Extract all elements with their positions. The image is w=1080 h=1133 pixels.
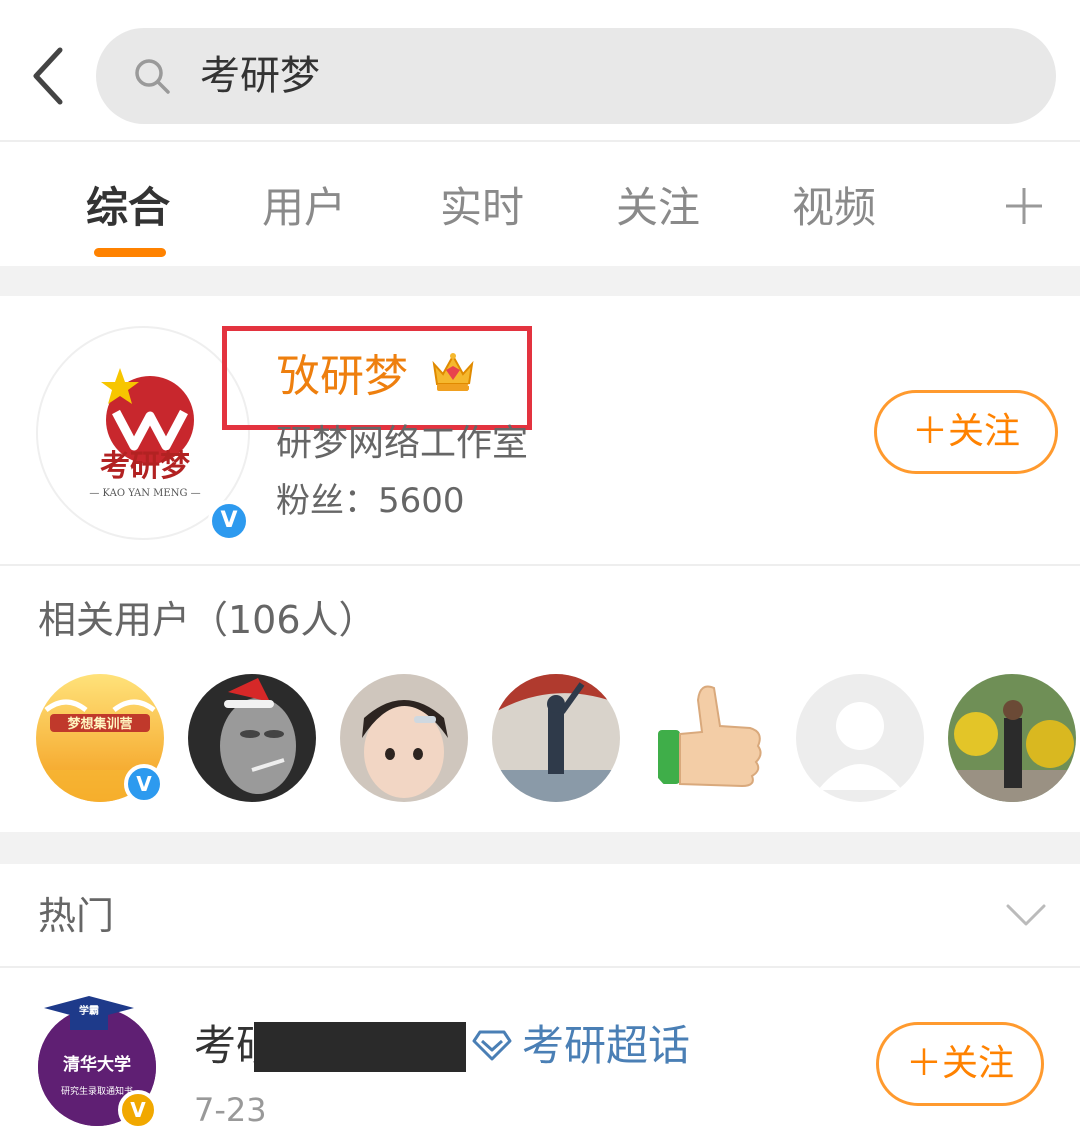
tab-users[interactable]: 用户 [262,180,346,236]
svg-text:学霸: 学霸 [79,1004,99,1017]
fans-count: 粉丝：5600 [276,481,465,521]
tab-following[interactable]: 关注 [616,180,700,236]
thumbs-up-icon [644,674,772,802]
svg-text:清华大学: 清华大学 [63,1054,131,1075]
svg-text:梦想集训营: 梦想集训营 [67,716,132,732]
crown-icon: 2 [432,353,475,394]
tab-comprehensive[interactable]: 综合 [86,180,170,236]
related-user-avatar[interactable] [948,674,1076,802]
related-user-avatar[interactable] [188,674,316,802]
verified-badge-icon: V [124,764,164,804]
tab-video[interactable]: 视频 [792,180,876,236]
graduation-cap-icon: 学霸 [44,996,134,1030]
related-users-section: 相关用户（106人） 梦想集训营 V [0,568,1080,832]
verified-badge-icon: V [208,500,250,542]
tab-realtime[interactable]: 实时 [440,180,524,236]
user-name[interactable]: 攷研梦 [276,348,408,406]
related-user-avatar[interactable] [492,674,620,802]
follow-button[interactable]: ＋关注 [874,390,1058,474]
user-result-card[interactable]: 考研梦 — KAO YAN MENG — V 攷研梦 2 研梦网络工作室 粉丝：… [0,296,1080,566]
hot-post-row[interactable]: 清华大学 研究生录取通知书 学霸 V 考研 考研超话 7-23 ＋关注 [0,970,1080,1133]
default-avatar-icon [796,674,924,802]
chevron-down-icon[interactable] [1004,900,1048,930]
section-divider [0,832,1080,864]
super-topic-link[interactable]: 考研超话 [522,1018,690,1074]
user-description: 研梦网络工作室 [276,423,529,464]
chevron-left-icon [33,47,63,105]
search-input[interactable]: 考研梦 [96,28,1056,124]
search-query-text: 考研梦 [200,53,320,99]
search-icon [135,59,170,94]
super-topic-diamond-icon [472,1030,512,1061]
redaction-block [254,1022,466,1072]
related-user-avatar[interactable] [796,674,924,802]
related-user-avatar[interactable] [340,674,468,802]
svg-text:考研梦: 考研梦 [100,449,190,484]
svg-text:2: 2 [467,382,475,394]
svg-text:研究生录取通知书: 研究生录取通知书 [61,1085,133,1097]
related-user-avatar[interactable] [644,674,772,802]
related-users-title[interactable]: 相关用户（106人） [38,594,377,646]
hot-title: 热门 [38,894,115,938]
hot-section-header[interactable]: 热门 [0,864,1080,968]
svg-text:— KAO YAN MENG —: — KAO YAN MENG — [89,488,200,499]
verified-badge-icon: V [118,1090,158,1130]
plus-icon[interactable] [1002,184,1046,228]
search-tabs: 综合 用户 实时 关注 视频 [0,144,1080,266]
post-time: 7-23 [194,1091,267,1129]
section-divider [0,266,1080,296]
back-button[interactable] [22,40,82,110]
follow-button[interactable]: ＋关注 [876,1022,1044,1106]
search-bar: 考研梦 [0,0,1080,142]
active-tab-indicator [94,248,166,257]
